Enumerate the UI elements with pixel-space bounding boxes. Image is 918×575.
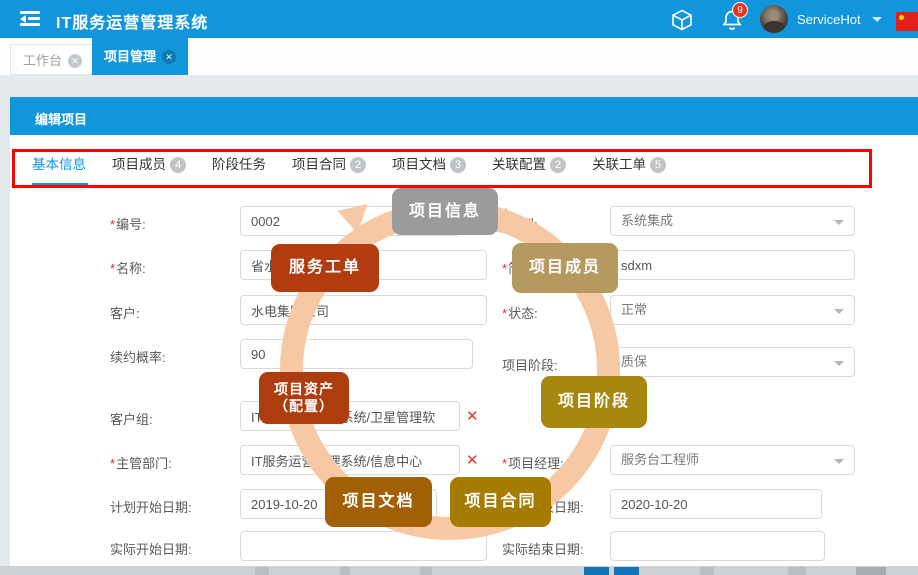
- short-name-input[interactable]: [610, 250, 855, 280]
- close-icon[interactable]: ✕: [68, 54, 83, 68]
- panel-title: 编辑项目: [35, 112, 88, 127]
- required-mark: *: [502, 217, 508, 232]
- notification-badge: 9: [732, 2, 748, 18]
- form-tab-bar: 基本信息 项目成员 4 阶段任务 项目合同 2 项目文档 3 关联配置 2 关联工单 5: [32, 152, 666, 182]
- language-flag-icon[interactable]: [896, 12, 918, 31]
- left-gutter: [0, 97, 10, 575]
- window-tab-strip: 工作台 ✕ 项目管理 ✕: [0, 38, 918, 75]
- field-label-department: *主管部门:: [110, 456, 172, 471]
- apps-cube-icon[interactable]: [670, 8, 694, 32]
- required-mark: *: [110, 217, 116, 232]
- dropdown-caret-icon: [834, 309, 844, 314]
- overlay-label-project-info: 项目信息: [392, 188, 498, 235]
- renewal-probability-input[interactable]: [240, 339, 473, 369]
- field-label-number: *编号:: [110, 217, 146, 232]
- overlay-label-project-members: 项目成员: [512, 243, 618, 293]
- avatar[interactable]: [760, 5, 788, 33]
- active-tab-underline: [32, 183, 88, 186]
- clear-icon[interactable]: ✕: [466, 409, 479, 425]
- field-label-renewal: 续约概率:: [110, 350, 166, 365]
- count-badge: 4: [170, 157, 186, 173]
- collapse-menu-icon[interactable]: [20, 11, 44, 27]
- tab-workbench[interactable]: 工作台 ✕: [10, 44, 96, 75]
- dropdown-caret-icon: [834, 459, 844, 464]
- field-label-customer: 客户:: [110, 306, 140, 321]
- manager-select[interactable]: 服务台工程师: [610, 445, 855, 475]
- required-mark: *: [110, 261, 116, 276]
- field-label-status: *状态:: [502, 306, 538, 321]
- customer-input[interactable]: [240, 295, 487, 325]
- tab-project-members[interactable]: 项目成员 4: [112, 152, 186, 182]
- content-gap: [0, 75, 918, 97]
- tab-basic-info[interactable]: 基本信息: [32, 152, 86, 182]
- field-label-plan-start: 计划开始日期:: [110, 500, 192, 515]
- actual-end-date-input[interactable]: [610, 531, 825, 561]
- top-bar: IT服务运营管理系统 9 ServiceHot: [0, 0, 918, 38]
- actual-start-date-input[interactable]: [240, 531, 487, 561]
- tab-workbench-label: 工作台: [23, 53, 63, 68]
- tab-related-tickets[interactable]: 关联工单 5: [592, 152, 666, 182]
- close-icon[interactable]: ✕: [162, 50, 177, 64]
- tab-project-management[interactable]: 项目管理 ✕: [92, 38, 189, 75]
- count-badge: 2: [550, 157, 566, 173]
- overlay-label-project-docs: 项目文档: [325, 477, 432, 527]
- field-label-manager: *项目经理:: [502, 456, 564, 471]
- field-label-actual-end: 实际结束日期:: [502, 542, 584, 557]
- count-badge: 5: [650, 157, 666, 173]
- tab-related-config[interactable]: 关联配置 2: [492, 152, 566, 182]
- clear-icon[interactable]: ✕: [466, 453, 479, 469]
- type-select[interactable]: 系统集成: [610, 206, 855, 236]
- required-mark: *: [502, 456, 508, 471]
- field-label-stage: 项目阶段:: [502, 358, 558, 373]
- field-label-name: *名称:: [110, 261, 146, 276]
- tab-project-documents[interactable]: 项目文档 3: [392, 152, 466, 182]
- dropdown-caret-icon: [834, 220, 844, 225]
- tab-project-contracts[interactable]: 项目合同 2: [292, 152, 366, 182]
- dropdown-caret-icon: [834, 361, 844, 366]
- required-mark: *: [502, 261, 508, 276]
- count-badge: 3: [450, 157, 466, 173]
- chevron-down-icon[interactable]: [872, 17, 882, 22]
- field-label-customer-group: 客户组:: [110, 412, 153, 427]
- app-title: IT服务运营管理系统: [56, 15, 209, 32]
- plan-end-date-input[interactable]: [610, 489, 822, 519]
- field-label-type: *类型:: [502, 217, 538, 232]
- taskbar-sliver: [0, 566, 918, 575]
- user-menu[interactable]: ServiceHot: [797, 12, 861, 27]
- overlay-label-project-stage: 项目阶段: [541, 376, 647, 428]
- panel-header: 编辑项目: [10, 97, 918, 135]
- overlay-label-project-contract: 项目合同: [450, 477, 551, 527]
- tab-stage-tasks[interactable]: 阶段任务: [212, 152, 266, 182]
- required-mark: *: [502, 306, 508, 321]
- count-badge: 2: [350, 157, 366, 173]
- status-select[interactable]: 正常: [610, 295, 855, 325]
- stage-select[interactable]: 质保: [610, 347, 855, 377]
- department-input[interactable]: [240, 445, 460, 475]
- overlay-label-project-assets: 项目资产 （配置）: [259, 372, 349, 424]
- field-label-actual-start: 实际开始日期:: [110, 542, 192, 557]
- tab-project-label: 项目管理: [104, 49, 157, 64]
- required-mark: *: [110, 456, 116, 471]
- overlay-label-service-ticket: 服务工单: [271, 244, 379, 292]
